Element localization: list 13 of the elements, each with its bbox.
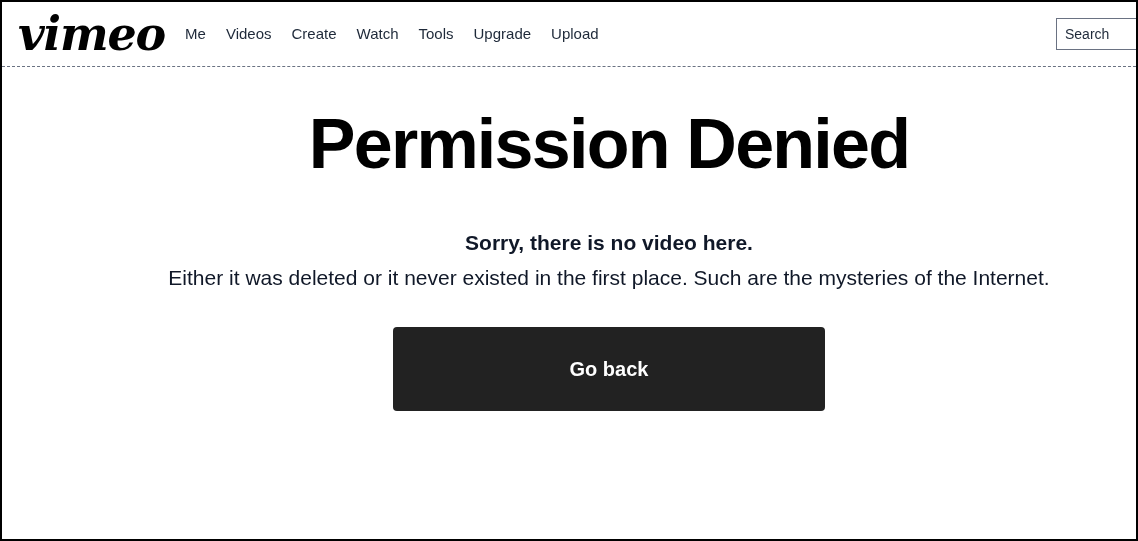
go-back-button[interactable]: Go back [393, 326, 825, 411]
nav-link[interactable]: Tools [418, 22, 454, 46]
nav-link[interactable]: Videos [225, 22, 272, 46]
search-field[interactable]: Search [1056, 18, 1136, 50]
nav-link[interactable]: Upgrade [473, 22, 532, 46]
page-title: Permission Denied [308, 109, 910, 179]
nav-link[interactable]: Me [185, 22, 206, 46]
nav-link[interactable]: Upload [551, 22, 599, 46]
subtitle: Sorry, there is no video here. [465, 230, 753, 256]
vimeo-logo[interactable]: vimeo [18, 11, 166, 57]
message-text: Either it was deleted or it never existed in the first place. Such are the mysteries of the Internet. [167, 264, 1051, 291]
nav-link[interactable]: Create [291, 22, 337, 46]
nav-link[interactable]: Watch [356, 22, 399, 46]
